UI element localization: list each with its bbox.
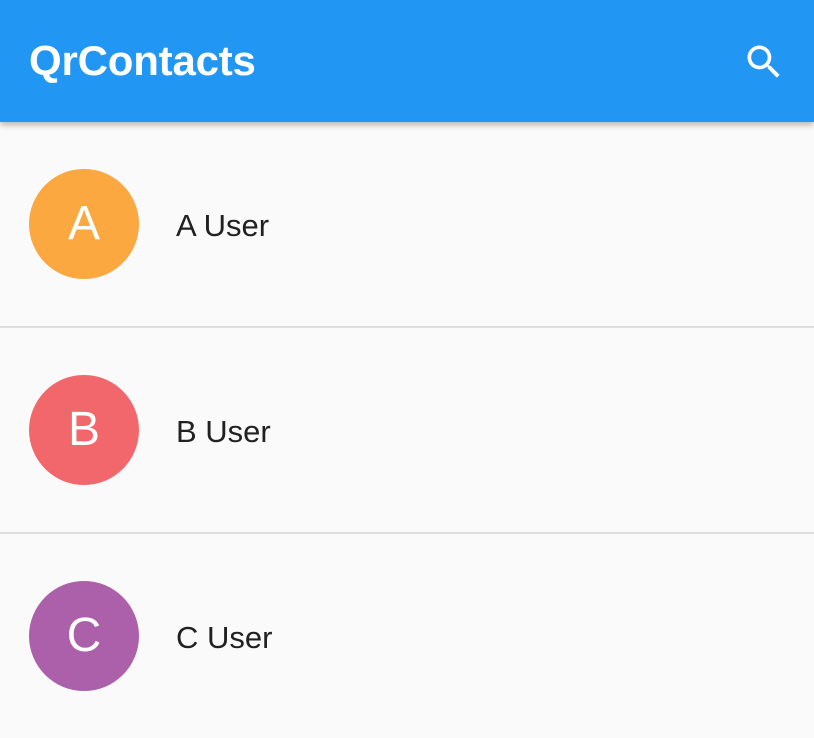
contact-name: C User	[176, 620, 273, 655]
avatar: A	[29, 169, 139, 279]
app-title: QrContacts	[29, 37, 256, 84]
search-button[interactable]	[728, 26, 800, 98]
app-bar: QrContacts	[0, 0, 814, 122]
avatar-initial: B	[67, 403, 100, 456]
contact-list-item[interactable]: A A User	[0, 122, 814, 326]
contact-name: A User	[176, 208, 270, 243]
contact-list: A A User B B User C C User	[0, 122, 814, 738]
avatar: B	[29, 375, 139, 485]
contact-list-item[interactable]: C C User	[0, 532, 814, 738]
contact-name: B User	[176, 414, 271, 449]
avatar-initial: A	[67, 197, 100, 250]
search-icon	[747, 45, 780, 78]
avatar: C	[29, 581, 139, 691]
contact-list-item[interactable]: B B User	[0, 326, 814, 532]
avatar-initial: C	[66, 609, 102, 662]
